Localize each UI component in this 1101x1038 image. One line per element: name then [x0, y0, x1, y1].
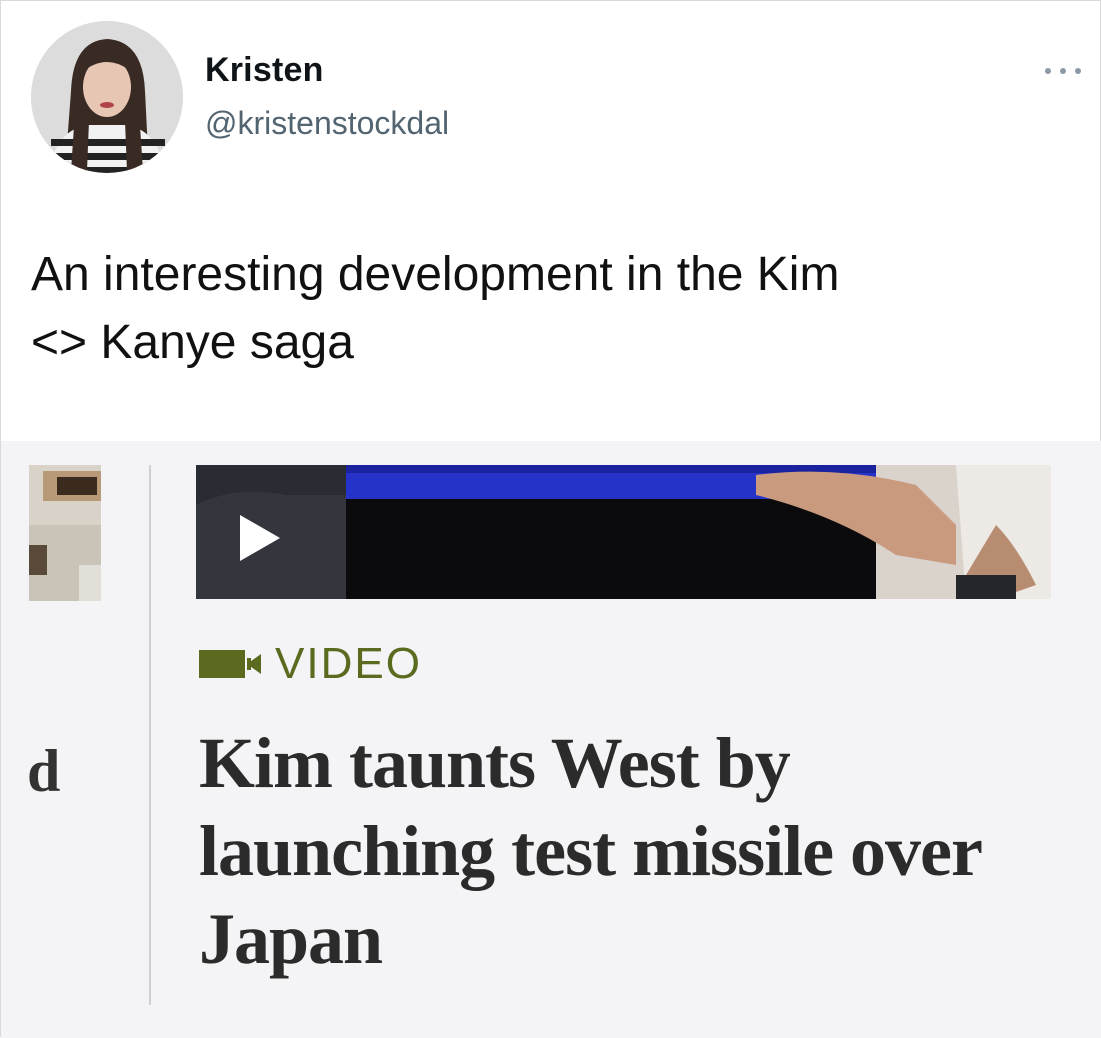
- video-camera-icon: [199, 650, 261, 678]
- article-headline[interactable]: Kim taunts West by launching test missil…: [199, 719, 1079, 983]
- tweet-card: Kristen @kristenstockdal An interesting …: [0, 0, 1101, 1038]
- avatar[interactable]: [31, 21, 183, 173]
- video-thumbnail[interactable]: [196, 465, 1051, 599]
- left-column-text-fragment: d: [27, 738, 61, 804]
- column-divider: [149, 465, 151, 1005]
- embedded-screenshot: d VIDEO Kim taunts West by launching tes…: [1, 441, 1101, 1038]
- author-name[interactable]: Kristen: [205, 51, 324, 90]
- video-badge: VIDEO: [199, 639, 422, 688]
- video-badge-label: VIDEO: [275, 639, 422, 688]
- tweet-text: An interesting development in the Kim <>…: [31, 248, 840, 369]
- left-article-thumbnail: [29, 465, 101, 601]
- author-handle[interactable]: @kristenstockdal: [205, 105, 449, 142]
- more-horizontal-icon[interactable]: [1041, 61, 1085, 81]
